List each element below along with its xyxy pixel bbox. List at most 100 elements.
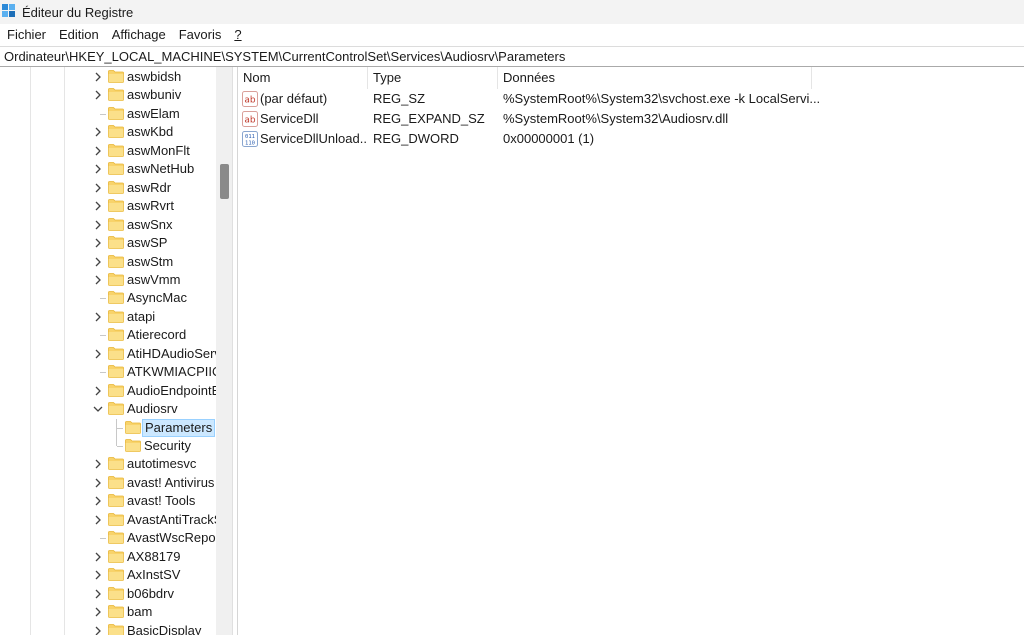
tree-item-label[interactable]: aswSP	[125, 234, 169, 252]
tree-item-label[interactable]: b06bdrv	[125, 585, 176, 603]
chevron-right-icon[interactable]	[93, 146, 103, 156]
chevron-right-icon[interactable]	[93, 238, 103, 248]
chevron-right-icon[interactable]	[93, 349, 103, 359]
tree-item[interactable]: aswSP	[0, 234, 216, 252]
tree-item[interactable]: aswKbd	[0, 123, 216, 141]
chevron-right-icon[interactable]	[93, 478, 103, 488]
tree-item[interactable]: AtiHDAudioService	[0, 345, 216, 363]
chevron-right-icon[interactable]	[93, 220, 103, 230]
chevron-right-icon[interactable]	[93, 164, 103, 174]
tree-item[interactable]: aswSnx	[0, 216, 216, 234]
tree-item[interactable]: AX88179	[0, 548, 216, 566]
chevron-right-icon[interactable]	[93, 570, 103, 580]
tree-item[interactable]: aswRvrt	[0, 197, 216, 215]
chevron-right-icon[interactable]	[93, 386, 103, 396]
chevron-right-icon[interactable]	[93, 459, 103, 469]
tree-item-label[interactable]: BasicDisplay	[125, 622, 203, 635]
address-bar[interactable]: Ordinateur\HKEY_LOCAL_MACHINE\SYSTEM\Cur…	[0, 46, 1024, 67]
tree-item-label[interactable]: aswbuniv	[125, 86, 183, 104]
tree-item[interactable]: avast! Tools	[0, 492, 216, 510]
tree-item-label[interactable]: Audiosrv	[125, 400, 180, 418]
value-list[interactable]: Nom Type Données ab (par défaut) REG_SZ %Sy…	[238, 67, 1024, 635]
tree-item[interactable]: Atierecord	[0, 326, 216, 344]
tree-item[interactable]: b06bdrv	[0, 585, 216, 603]
tree-item-label[interactable]: aswRvrt	[125, 197, 176, 215]
tree-item-label[interactable]: AxInstSV	[125, 566, 182, 584]
tree-item-label[interactable]: AudioEndpointBuilder	[125, 382, 216, 400]
chevron-right-icon[interactable]	[93, 607, 103, 617]
tree-scrollbar[interactable]	[216, 67, 232, 635]
column-header-name[interactable]: Nom	[238, 67, 368, 89]
chevron-right-icon[interactable]	[93, 72, 103, 82]
tree-item[interactable]: aswNetHub	[0, 160, 216, 178]
menu-fichier[interactable]: Fichier	[1, 24, 52, 46]
tree-item-label[interactable]: aswVmm	[125, 271, 182, 289]
key-tree[interactable]: aswbidsh aswbuniv aswElam aswKbd aswMonFlt as…	[0, 67, 232, 635]
chevron-right-icon[interactable]	[93, 552, 103, 562]
tree-item-label[interactable]: AvastWscReporter	[125, 529, 216, 547]
chevron-right-icon[interactable]	[93, 515, 103, 525]
value-row[interactable]: ab (par défaut) REG_SZ %SystemRoot%\System3…	[238, 89, 1024, 109]
tree-item[interactable]: AxInstSV	[0, 566, 216, 584]
tree-item[interactable]: aswStm	[0, 253, 216, 271]
menu-affichage[interactable]: Affichage	[106, 24, 172, 46]
chevron-right-icon[interactable]	[93, 312, 103, 322]
chevron-right-icon[interactable]	[93, 275, 103, 285]
tree-item-label[interactable]: avast! Antivirus	[125, 474, 216, 492]
tree-item-label[interactable]: aswbidsh	[125, 68, 183, 86]
tree-item-label[interactable]: AtiHDAudioService	[125, 345, 216, 363]
tree-item[interactable]: atapi	[0, 308, 216, 326]
chevron-right-icon[interactable]	[93, 496, 103, 506]
menu-edition[interactable]: Edition	[53, 24, 105, 46]
column-header-type[interactable]: Type	[368, 67, 498, 89]
menu-favoris[interactable]: Favoris	[173, 24, 228, 46]
tree-item[interactable]: aswVmm	[0, 271, 216, 289]
tree-item[interactable]: avast! Antivirus	[0, 474, 216, 492]
tree-item[interactable]: AvastWscReporter	[0, 529, 216, 547]
tree-item-label[interactable]: aswNetHub	[125, 160, 196, 178]
tree-item[interactable]: aswRdr	[0, 179, 216, 197]
tree-item-label[interactable]: Parameters	[142, 418, 216, 437]
menu-help[interactable]: ?	[228, 24, 247, 46]
tree-item[interactable]: ATKWMIACPIIO	[0, 363, 216, 381]
tree-item-label[interactable]: atapi	[125, 308, 157, 326]
tree-item-label[interactable]: aswMonFlt	[125, 142, 192, 160]
chevron-right-icon[interactable]	[93, 589, 103, 599]
tree-item-label[interactable]: avast! Tools	[125, 492, 197, 510]
tree-item[interactable]: aswMonFlt	[0, 142, 216, 160]
tree-item-label[interactable]: aswSnx	[125, 216, 175, 234]
chevron-right-icon[interactable]	[93, 201, 103, 211]
chevron-right-icon[interactable]	[93, 183, 103, 193]
tree-item[interactable]: bam	[0, 603, 216, 621]
column-header-data[interactable]: Données	[498, 67, 812, 89]
tree-item[interactable]: AsyncMac	[0, 289, 216, 307]
value-row[interactable]: 011 110 ServiceDllUnload... REG_DWORD 0x0000…	[238, 129, 1024, 149]
tree-item-label[interactable]: AsyncMac	[125, 289, 189, 307]
tree-item[interactable]: Parameters	[0, 418, 216, 437]
tree-item[interactable]: AvastAntiTrackSvc	[0, 511, 216, 529]
tree-item[interactable]: aswbidsh	[0, 68, 216, 86]
tree-item[interactable]: Audiosrv	[0, 400, 216, 418]
tree-item-label[interactable]: bam	[125, 603, 154, 621]
tree-item-label[interactable]: AvastAntiTrackSvc	[125, 511, 216, 529]
tree-item-label[interactable]: aswStm	[125, 253, 175, 271]
tree-item-label[interactable]: aswRdr	[125, 179, 173, 197]
chevron-down-icon[interactable]	[93, 404, 103, 414]
tree-item[interactable]: aswbuniv	[0, 86, 216, 104]
tree-item[interactable]: BasicDisplay	[0, 622, 216, 635]
tree-item[interactable]: aswElam	[0, 105, 216, 123]
tree-item-label[interactable]: ATKWMIACPIIO	[125, 363, 216, 381]
tree-item-label[interactable]: Atierecord	[125, 326, 188, 344]
tree-item-label[interactable]: autotimesvc	[125, 455, 198, 473]
tree-item-label[interactable]: aswElam	[125, 105, 182, 123]
tree-item[interactable]: autotimesvc	[0, 455, 216, 473]
chevron-right-icon[interactable]	[93, 127, 103, 137]
tree-item[interactable]: Security	[0, 437, 216, 455]
chevron-right-icon[interactable]	[93, 257, 103, 267]
value-row[interactable]: ab ServiceDll REG_EXPAND_SZ %SystemRoot%\Sy…	[238, 109, 1024, 129]
chevron-right-icon[interactable]	[93, 626, 103, 635]
tree-item-label[interactable]: Security	[142, 437, 193, 455]
tree-item-label[interactable]: AX88179	[125, 548, 183, 566]
chevron-right-icon[interactable]	[93, 90, 103, 100]
tree-item[interactable]: AudioEndpointBuilder	[0, 382, 216, 400]
